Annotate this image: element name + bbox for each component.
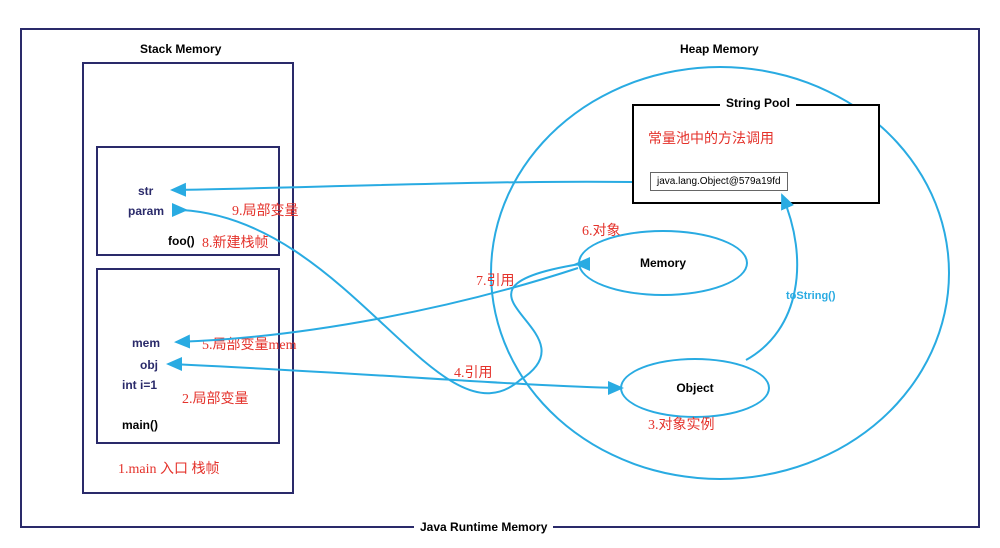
annotation-6: 6.对象 <box>582 220 621 240</box>
func-main: main() <box>122 418 158 432</box>
annotation-9: 9.局部变量 <box>232 200 299 220</box>
annotation-4: 4.引用 <box>454 362 493 382</box>
annotation-5: 5.局部变量mem <box>202 334 297 354</box>
annotation-pool-note: 常量池中的方法调用 <box>648 128 774 148</box>
annotation-7: 7.引用 <box>476 270 515 290</box>
string-literal: java.lang.Object@579a19fd <box>650 172 788 191</box>
stack-memory-title: Stack Memory <box>140 42 221 56</box>
annotation-2: 2.局部变量 <box>182 388 249 408</box>
annotation-1: 1.main 入口 栈帧 <box>118 458 220 478</box>
var-str: str <box>138 184 153 198</box>
annotation-3: 3.对象实例 <box>648 414 715 434</box>
diagram-caption: Java Runtime Memory <box>414 520 553 534</box>
var-inti: int i=1 <box>122 378 157 392</box>
annotation-8: 8.新建栈帧 <box>202 232 269 252</box>
var-param: param <box>128 204 164 218</box>
func-foo: foo() <box>168 234 195 248</box>
heap-memory-title: Heap Memory <box>680 42 759 56</box>
string-pool-title: String Pool <box>720 96 796 110</box>
var-obj: obj <box>140 358 158 372</box>
object-instance: Object <box>620 358 770 418</box>
var-mem: mem <box>132 336 160 350</box>
tostring-label: toString() <box>786 290 835 302</box>
